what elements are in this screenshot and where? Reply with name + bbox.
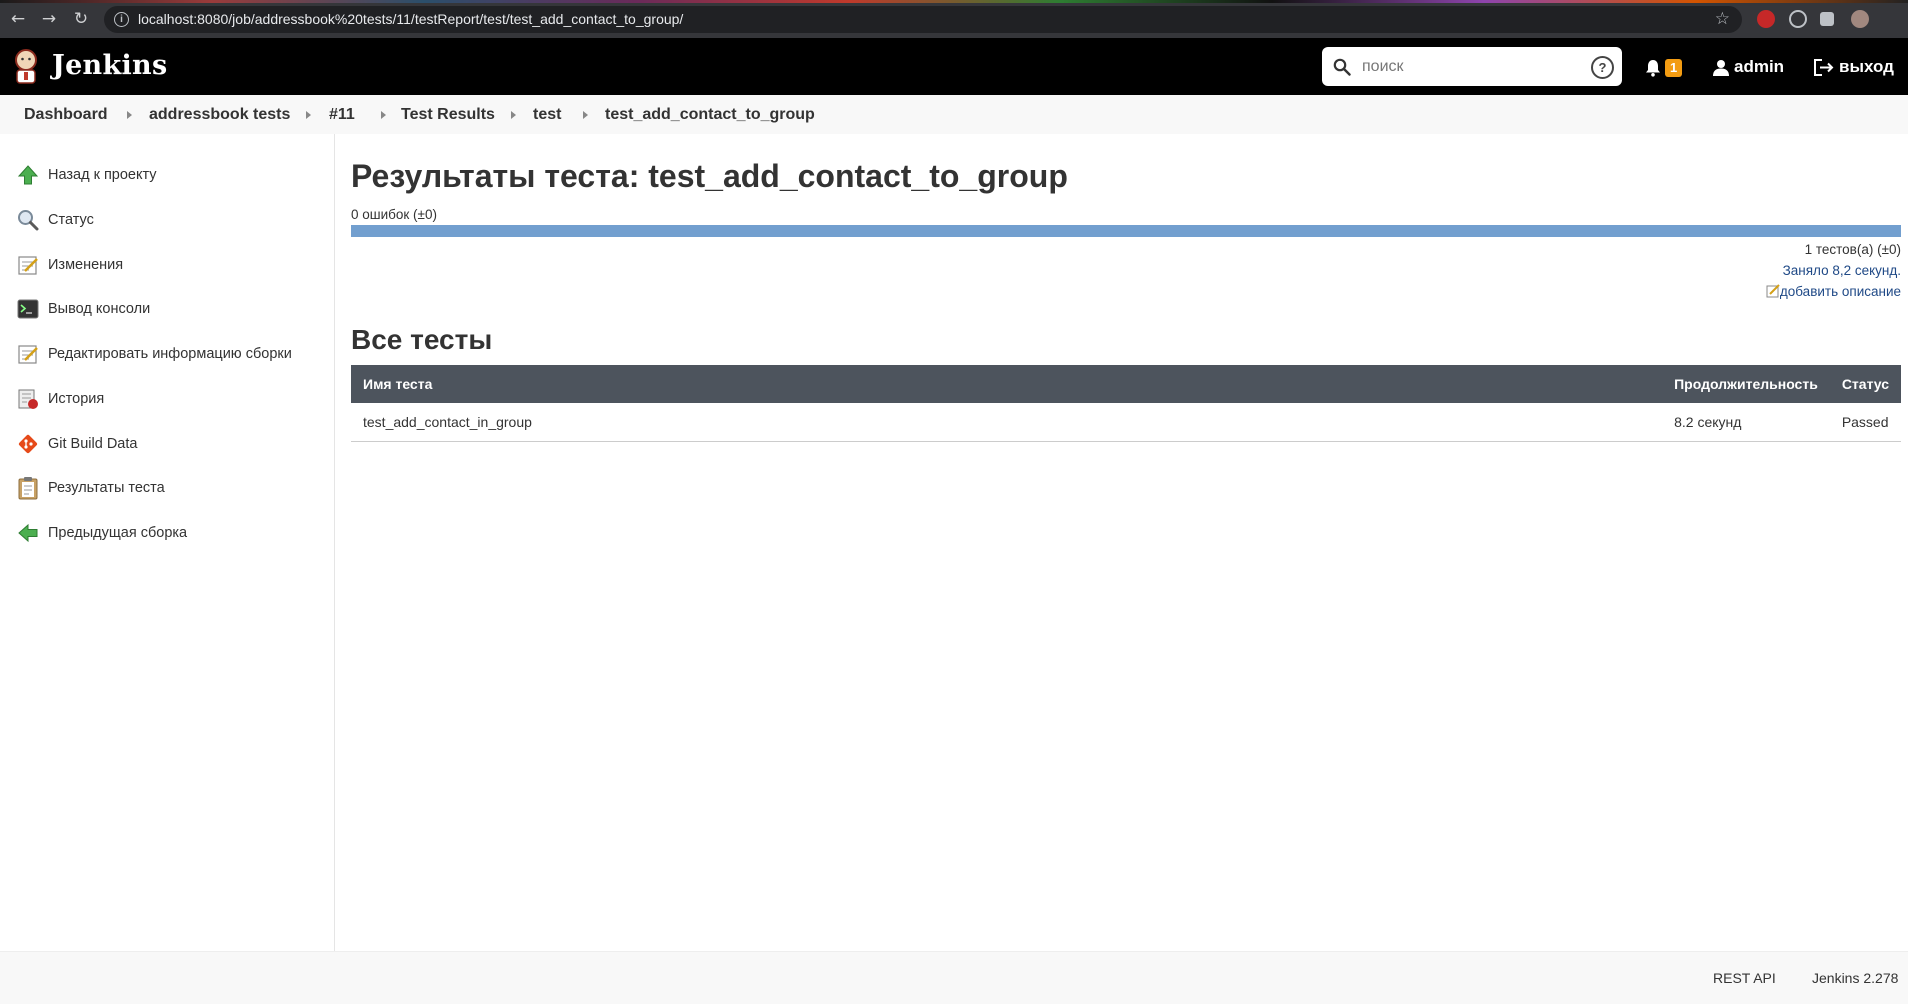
sidebar-item-back-to-project[interactable]: Назад к проекту <box>16 162 157 188</box>
bell-icon <box>1646 59 1660 77</box>
sidebar-item-console-output[interactable]: Вывод консоли <box>16 296 150 322</box>
sidebar-item-label: История <box>48 391 105 407</box>
sidebar-item-previous-build[interactable]: Предыдущая сборка <box>16 520 187 546</box>
jenkins-header: Jenkins ? 1 admin выход <box>0 38 1908 95</box>
add-description-label: добавить описание <box>1779 284 1901 299</box>
sidebar-item-label: Результаты теста <box>48 480 165 496</box>
test-progress-bar <box>351 225 1901 237</box>
profile-avatar-icon[interactable] <box>1851 10 1869 28</box>
extension-opera-icon[interactable] <box>1757 10 1775 28</box>
breadcrumb: Dashboard addressbook tests #11 Test Res… <box>0 95 1908 134</box>
left-arrow-icon <box>16 521 40 545</box>
reload-icon[interactable]: ↻ <box>71 9 91 29</box>
table-header-row: Имя теста Продолжительность Статус <box>351 365 1901 403</box>
duration-link[interactable]: Заняло 8,2 секунд. <box>1783 263 1901 278</box>
breadcrumb-current[interactable]: test_add_contact_to_group <box>605 95 815 134</box>
help-icon[interactable]: ? <box>1591 56 1614 79</box>
magnifier-icon <box>16 208 40 232</box>
sidebar-item-label: Статус <box>48 212 94 228</box>
search-input[interactable] <box>1362 47 1572 86</box>
sidebar-item-label: Предыдущая сборка <box>48 525 188 541</box>
column-header-duration[interactable]: Продолжительность <box>1662 365 1830 403</box>
logout-button[interactable]: выход <box>1814 38 1894 95</box>
search-icon <box>1333 58 1351 76</box>
address-url: localhost:8080/job/addressbook%20tests/1… <box>138 11 684 27</box>
column-header-name[interactable]: Имя теста <box>351 365 1663 403</box>
column-header-status[interactable]: Статус <box>1829 365 1901 403</box>
sidebar-item-test-results[interactable]: Результаты теста <box>16 475 165 501</box>
sidebar-item-label: Редактировать информацию сборки <box>48 346 292 362</box>
breadcrumb-test-results[interactable]: Test Results <box>401 95 495 134</box>
page-title: Результаты теста: test_add_contact_to_gr… <box>351 158 1068 194</box>
notepad-edit-icon <box>16 342 40 366</box>
breadcrumb-build[interactable]: #11 <box>329 95 355 134</box>
up-arrow-icon <box>16 163 40 187</box>
tests-table: Имя теста Продолжительность Статус test_… <box>351 365 1901 442</box>
add-description-link[interactable]: добавить описание <box>1766 284 1901 299</box>
clipboard-icon <box>16 476 40 500</box>
sidebar-item-label: Вывод консоли <box>48 301 151 317</box>
test-duration: 8.2 секунд <box>1662 403 1830 442</box>
jenkins-version-link[interactable]: Jenkins 2.278 <box>1812 952 1898 1004</box>
notifications-button[interactable]: 1 <box>1645 38 1683 95</box>
sidebar-item-label: Git Build Data <box>48 436 138 452</box>
edit-note-icon <box>1766 284 1780 298</box>
breadcrumb-separator-icon[interactable] <box>511 111 516 119</box>
footer: REST API Jenkins 2.278 <box>0 951 1908 1004</box>
breadcrumb-separator-icon[interactable] <box>306 111 311 119</box>
tests-count: 1 тестов(а) (±0) <box>1804 242 1901 257</box>
sidebar: Назад к проекту Статус Изменения Вывод к… <box>0 134 335 951</box>
jenkins-logo-icon[interactable] <box>12 48 40 84</box>
extension-target-icon[interactable] <box>1789 10 1807 28</box>
test-name-link[interactable]: test_add_contact_in_group <box>351 403 1663 442</box>
failure-count: 0 ошибок (±0) <box>351 207 437 222</box>
rest-api-link[interactable]: REST API <box>1713 952 1776 1004</box>
history-icon <box>16 387 40 411</box>
browser-toolbar: ← → ↻ i localhost:8080/job/addressbook%2… <box>0 0 1908 38</box>
sidebar-item-history[interactable]: История <box>16 386 104 412</box>
back-icon[interactable]: ← <box>8 9 28 29</box>
terminal-icon <box>16 297 40 321</box>
all-tests-heading: Все тесты <box>351 324 493 355</box>
test-status: Passed <box>1829 403 1901 442</box>
table-row: test_add_contact_in_group 8.2 секунд Pas… <box>351 403 1901 442</box>
user-menu[interactable]: admin <box>1713 38 1784 95</box>
forward-icon[interactable]: → <box>39 9 59 29</box>
sidebar-item-edit-build-info[interactable]: Редактировать информацию сборки <box>16 341 292 367</box>
jenkins-brand[interactable]: Jenkins <box>52 50 167 81</box>
tab-strip <box>0 0 1908 3</box>
logout-label: выход <box>1839 57 1894 76</box>
address-bar[interactable]: i localhost:8080/job/addressbook%20tests… <box>104 6 1742 33</box>
git-icon <box>16 432 40 456</box>
breadcrumb-separator-icon[interactable] <box>127 111 132 119</box>
user-name: admin <box>1734 57 1785 76</box>
breadcrumb-separator-icon[interactable] <box>583 111 588 119</box>
sidebar-item-git-build-data[interactable]: Git Build Data <box>16 431 137 457</box>
breadcrumb-separator-icon[interactable] <box>381 111 386 119</box>
breadcrumb-package[interactable]: test <box>533 95 561 134</box>
sidebar-item-status[interactable]: Статус <box>16 207 94 233</box>
breadcrumb-job[interactable]: addressbook tests <box>149 95 290 134</box>
breadcrumb-dashboard[interactable]: Dashboard <box>24 95 108 134</box>
sidebar-item-label: Назад к проекту <box>48 167 157 183</box>
search-box: ? <box>1322 47 1622 86</box>
logout-icon <box>1814 59 1834 77</box>
bookmark-star-icon[interactable]: ☆ <box>1715 9 1730 29</box>
sidebar-item-label: Изменения <box>48 257 124 273</box>
user-icon <box>1713 60 1729 77</box>
notification-badge: 1 <box>1665 58 1683 77</box>
notepad-icon <box>16 253 40 277</box>
site-info-icon[interactable]: i <box>114 12 129 27</box>
extensions-puzzle-icon[interactable] <box>1820 12 1834 26</box>
sidebar-item-changes[interactable]: Изменения <box>16 252 123 278</box>
